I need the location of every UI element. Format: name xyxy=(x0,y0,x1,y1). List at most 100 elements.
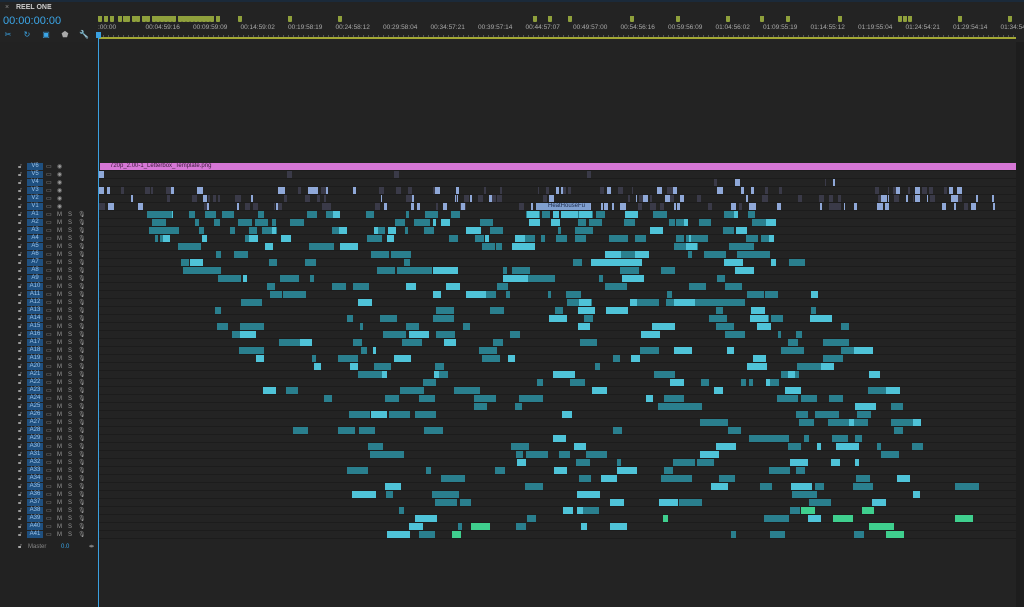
clip[interactable] xyxy=(230,227,235,234)
solo-button[interactable]: S xyxy=(68,531,72,539)
clip[interactable] xyxy=(749,379,754,386)
clip[interactable] xyxy=(871,499,887,506)
clip[interactable] xyxy=(738,203,742,210)
lock-icon[interactable]: 🔓︎ xyxy=(18,475,22,483)
track-lane[interactable] xyxy=(98,379,1016,387)
clip[interactable] xyxy=(563,507,573,514)
clip[interactable] xyxy=(663,395,685,402)
clip[interactable] xyxy=(190,259,203,266)
mute-button[interactable]: M xyxy=(57,443,62,451)
sequence-marker[interactable] xyxy=(908,16,912,22)
clip[interactable] xyxy=(913,491,921,498)
clip[interactable] xyxy=(287,171,293,178)
clip[interactable] xyxy=(606,187,612,194)
clip[interactable] xyxy=(483,187,487,194)
clip[interactable] xyxy=(717,187,723,194)
master-volume[interactable]: 0.0 xyxy=(61,543,69,551)
clip[interactable] xyxy=(561,411,572,418)
clip[interactable] xyxy=(441,475,465,482)
clip[interactable] xyxy=(908,187,910,194)
solo-button[interactable]: S xyxy=(68,235,72,243)
clip[interactable] xyxy=(853,419,869,426)
sync-lock-icon[interactable]: ▭ xyxy=(46,507,52,515)
clip[interactable] xyxy=(573,259,583,266)
lock-icon[interactable]: 🔓︎ xyxy=(18,363,22,371)
track-lane[interactable] xyxy=(98,419,1016,427)
lock-icon[interactable]: 🔓︎ xyxy=(18,259,22,267)
track-lane[interactable] xyxy=(98,171,1016,179)
sync-lock-icon[interactable]: ▭ xyxy=(46,499,52,507)
clip[interactable] xyxy=(554,467,568,474)
microphone-icon[interactable]: 🎙︎ xyxy=(78,339,86,347)
microphone-icon[interactable]: 🎙︎ xyxy=(78,267,86,275)
mute-button[interactable]: M xyxy=(57,331,62,339)
track-target[interactable]: A14 xyxy=(27,315,43,322)
clip[interactable] xyxy=(519,203,525,210)
clip[interactable] xyxy=(511,443,529,450)
clip[interactable] xyxy=(942,203,947,210)
sequence-marker[interactable] xyxy=(548,16,552,22)
lock-icon[interactable]: 🔓︎ xyxy=(18,195,22,203)
clip[interactable] xyxy=(659,203,665,210)
eye-icon[interactable]: ◉ xyxy=(57,179,62,187)
clip[interactable] xyxy=(367,235,382,242)
clip[interactable] xyxy=(423,227,434,234)
clip[interactable] xyxy=(853,531,865,538)
clip[interactable] xyxy=(432,267,458,274)
sequence-marker[interactable] xyxy=(630,16,634,22)
track-target[interactable]: A41 xyxy=(27,531,43,538)
clip[interactable] xyxy=(836,443,860,450)
clip[interactable] xyxy=(710,483,729,490)
clip[interactable] xyxy=(432,379,436,386)
clip[interactable] xyxy=(482,243,495,250)
clip[interactable] xyxy=(612,283,627,290)
clip[interactable] xyxy=(750,307,766,314)
microphone-icon[interactable]: 🎙︎ xyxy=(78,451,86,459)
clip[interactable] xyxy=(371,411,387,418)
track-lane[interactable] xyxy=(98,403,1016,411)
track-lane[interactable] xyxy=(98,259,1016,267)
clip[interactable] xyxy=(678,403,699,410)
track-target[interactable]: A18 xyxy=(27,347,43,354)
track-lane[interactable] xyxy=(98,411,1016,419)
clip[interactable] xyxy=(443,203,447,210)
clip[interactable] xyxy=(745,195,748,202)
track-target[interactable]: A10 xyxy=(27,283,43,290)
sync-lock-icon[interactable]: ▭ xyxy=(46,267,52,275)
playhead-handle[interactable] xyxy=(96,32,101,38)
sync-lock-icon[interactable]: ▭ xyxy=(46,435,52,443)
clip[interactable] xyxy=(518,395,543,402)
clip[interactable] xyxy=(576,459,590,466)
clip[interactable] xyxy=(352,491,376,498)
clip[interactable] xyxy=(239,347,264,354)
clip[interactable] xyxy=(822,339,845,346)
track-lane[interactable] xyxy=(98,467,1016,475)
clip[interactable] xyxy=(614,235,628,242)
solo-button[interactable]: S xyxy=(68,483,72,491)
sync-lock-icon[interactable]: ▭ xyxy=(46,299,52,307)
sequence-marker[interactable] xyxy=(533,16,537,22)
clip[interactable] xyxy=(796,411,808,418)
clip[interactable] xyxy=(191,195,198,202)
clip[interactable] xyxy=(613,355,620,362)
clip[interactable] xyxy=(395,219,405,226)
clip[interactable] xyxy=(615,427,620,434)
lock-icon[interactable]: 🔓︎ xyxy=(18,467,22,475)
clip[interactable] xyxy=(724,259,744,266)
microphone-icon[interactable]: 🎙︎ xyxy=(78,323,86,331)
clip[interactable] xyxy=(957,195,962,202)
clip[interactable] xyxy=(237,219,253,226)
sync-lock-icon[interactable]: ▭ xyxy=(46,475,52,483)
clip[interactable] xyxy=(673,203,676,210)
linked-selection-icon[interactable]: ↻ xyxy=(22,30,32,40)
clip[interactable] xyxy=(255,355,264,362)
clip[interactable] xyxy=(657,187,663,194)
clip[interactable] xyxy=(578,323,590,330)
track-target[interactable]: A32 xyxy=(27,459,43,466)
mute-button[interactable]: M xyxy=(57,347,62,355)
clip[interactable] xyxy=(896,187,901,194)
clip[interactable] xyxy=(737,251,759,258)
clip[interactable] xyxy=(595,363,600,370)
lock-icon[interactable]: 🔓︎ xyxy=(18,283,22,291)
clip[interactable] xyxy=(460,499,472,506)
